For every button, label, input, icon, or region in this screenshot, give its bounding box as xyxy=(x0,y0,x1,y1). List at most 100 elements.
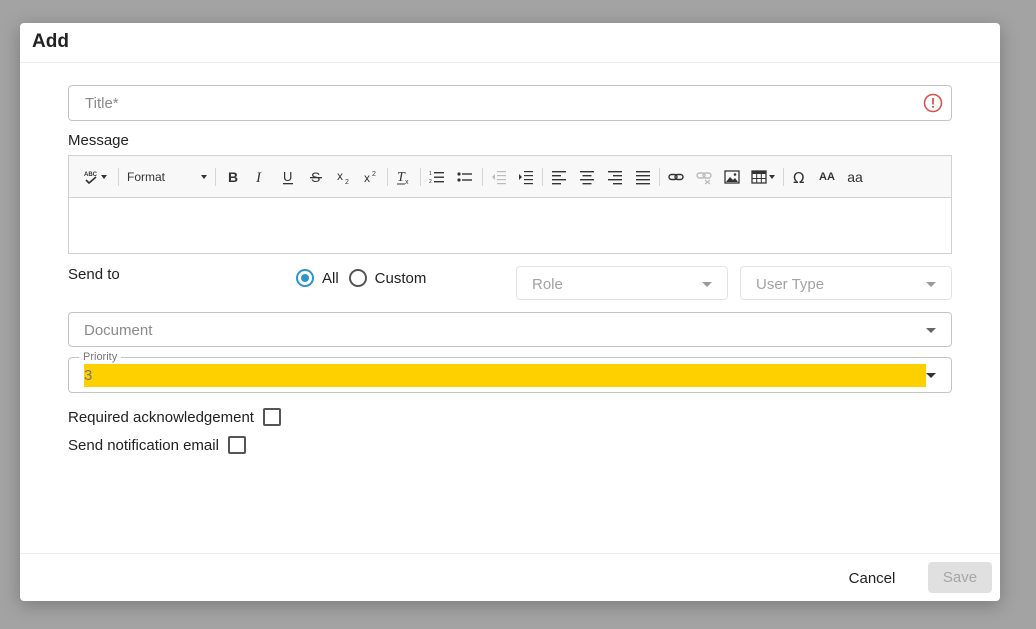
save-button[interactable]: Save xyxy=(928,562,992,593)
outdent-button[interactable] xyxy=(488,166,510,188)
send-email-row: Send notification email xyxy=(68,436,246,454)
toolbar-divider xyxy=(420,168,421,186)
lowercase-button[interactable]: aa xyxy=(844,166,866,188)
priority-label: Priority xyxy=(79,351,122,363)
send-email-label: Send notification email xyxy=(68,436,219,454)
svg-text:2: 2 xyxy=(345,179,349,185)
svg-text:1: 1 xyxy=(429,171,432,177)
align-center-button[interactable] xyxy=(576,166,598,188)
underline-button[interactable]: U xyxy=(277,166,299,188)
uppercase-icon: AA xyxy=(819,171,835,183)
toolbar-divider xyxy=(783,168,784,186)
table-button[interactable] xyxy=(748,166,778,188)
align-left-icon xyxy=(552,171,566,185)
svg-text:I: I xyxy=(255,170,262,185)
justify-icon xyxy=(636,171,650,185)
underline-icon: U xyxy=(283,169,293,185)
document-select[interactable]: Document xyxy=(68,312,952,347)
omega-icon: Ω xyxy=(793,169,804,185)
align-right-button[interactable] xyxy=(604,166,626,188)
title-input[interactable] xyxy=(83,94,907,113)
user-type-select[interactable]: User Type xyxy=(740,266,952,300)
message-editor-body[interactable] xyxy=(69,198,951,253)
svg-text:U: U xyxy=(283,169,292,184)
superscript-icon: x2 xyxy=(364,171,376,185)
unlink-icon xyxy=(696,172,712,185)
superscript-button[interactable]: x2 xyxy=(360,166,382,188)
table-icon xyxy=(751,170,767,184)
bold-icon: B xyxy=(228,169,238,185)
lowercase-icon: aa xyxy=(847,169,863,185)
toolbar-divider xyxy=(118,168,119,186)
strikethrough-button[interactable]: S xyxy=(305,166,327,188)
chevron-down-icon xyxy=(702,282,712,287)
dialog-title: Add xyxy=(32,31,69,52)
toolbar-divider xyxy=(659,168,660,186)
chevron-down-icon xyxy=(201,175,207,179)
cancel-button[interactable]: Cancel xyxy=(838,563,906,593)
italic-icon: I xyxy=(255,170,262,185)
spellcheck-button[interactable]: ABC xyxy=(81,166,109,188)
numbered-list-icon: 1 2 xyxy=(429,171,444,185)
radio-custom-label[interactable]: Custom xyxy=(375,270,427,287)
toolbar-divider xyxy=(482,168,483,186)
svg-text:2: 2 xyxy=(372,171,376,178)
remove-format-button[interactable]: Tx xyxy=(393,166,415,188)
spellcheck-icon: ABC xyxy=(84,172,98,185)
required-ack-row: Required acknowledgement xyxy=(68,408,281,426)
footer-divider xyxy=(20,553,1000,554)
align-left-button[interactable] xyxy=(548,166,570,188)
strikethrough-icon: S xyxy=(310,169,322,185)
bullet-list-button[interactable] xyxy=(454,166,476,188)
chevron-down-icon xyxy=(926,328,936,333)
format-dropdown[interactable]: Format xyxy=(127,166,207,188)
send-to-radio-group: All Custom xyxy=(296,269,436,287)
editor-toolbar: ABC Format B I U x 2 x 2 T x 1 2 Ω AA aa xyxy=(69,156,951,198)
user-type-placeholder: User Type xyxy=(756,276,825,293)
message-label: Message xyxy=(68,132,129,149)
subscript-icon: x2 xyxy=(337,169,349,185)
title-field[interactable] xyxy=(68,85,952,121)
link-button[interactable] xyxy=(665,166,687,188)
required-ack-checkbox[interactable] xyxy=(262,408,281,426)
svg-text:x: x xyxy=(364,171,370,185)
subscript-button[interactable]: x2 xyxy=(333,166,355,188)
priority-select[interactable]: Priority 3 xyxy=(68,351,952,393)
error-icon xyxy=(923,93,943,113)
svg-text:x: x xyxy=(337,169,343,183)
radio-custom[interactable] xyxy=(348,269,367,287)
chevron-down-icon xyxy=(926,373,936,378)
bold-button[interactable]: B xyxy=(222,166,244,188)
unlink-button[interactable] xyxy=(693,166,715,188)
italic-button[interactable]: I xyxy=(249,166,271,188)
radio-all[interactable] xyxy=(296,269,314,287)
numbered-list-button[interactable]: 1 2 xyxy=(426,166,448,188)
justify-button[interactable] xyxy=(632,166,654,188)
message-editor: ABC Format B I U x 2 x 2 T x 1 2 Ω AA aa xyxy=(68,155,952,254)
radio-all-label[interactable]: All xyxy=(322,270,339,287)
send-email-checkbox[interactable] xyxy=(227,436,246,454)
chevron-down-icon xyxy=(769,175,775,179)
chevron-down-icon xyxy=(926,282,936,287)
toolbar-divider xyxy=(387,168,388,186)
svg-text:Ω: Ω xyxy=(793,169,804,185)
image-button[interactable] xyxy=(721,166,743,188)
indent-button[interactable] xyxy=(515,166,537,188)
chevron-down-icon xyxy=(101,175,107,179)
add-dialog: Add Message ABC xyxy=(20,23,1000,601)
header-divider xyxy=(20,62,1000,63)
special-character-button[interactable]: Ω xyxy=(789,166,811,188)
align-center-icon xyxy=(580,171,594,185)
uppercase-button[interactable]: AA xyxy=(816,166,838,188)
indent-icon xyxy=(519,171,533,185)
svg-text:B: B xyxy=(228,169,238,185)
bullet-list-icon xyxy=(457,172,472,182)
toolbar-divider xyxy=(542,168,543,186)
document-placeholder: Document xyxy=(84,322,153,339)
outdent-icon xyxy=(492,171,506,185)
svg-text:2: 2 xyxy=(429,179,432,185)
role-select[interactable]: Role xyxy=(516,266,728,300)
send-to-label: Send to xyxy=(68,266,120,283)
format-label: Format xyxy=(127,170,166,184)
align-right-icon xyxy=(608,171,622,185)
